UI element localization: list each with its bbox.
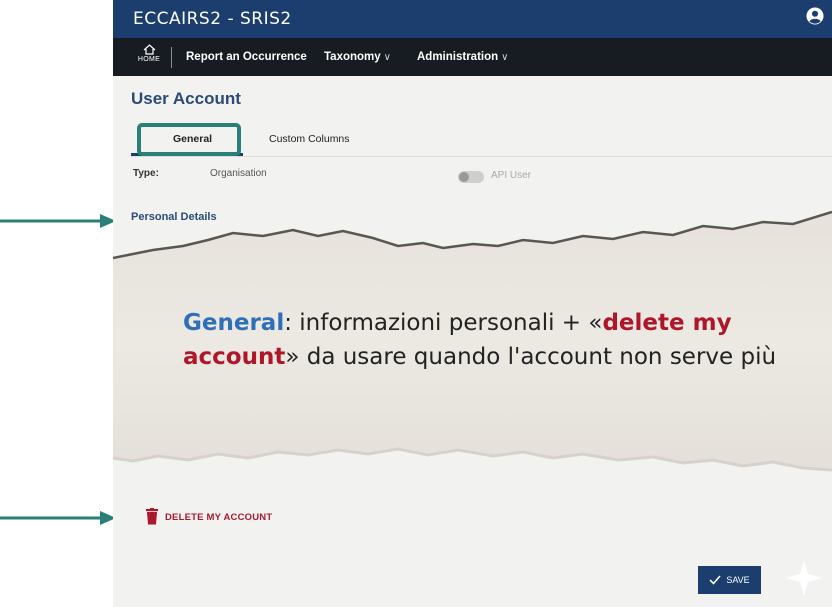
- save-label: SAVE: [726, 575, 750, 585]
- callout-text-part: » da usare quando l'account non serve pi…: [285, 344, 777, 370]
- arrow-right-icon: [0, 214, 116, 228]
- app-screen: ECCAIRS2 - SRIS2 HOME Report an Occurren…: [113, 0, 832, 607]
- sparkle-icon: [786, 560, 822, 596]
- trash-icon: [146, 508, 158, 525]
- tab-highlight-frame: [137, 123, 241, 156]
- save-button[interactable]: SAVE: [698, 566, 761, 594]
- callout-text: General: informazioni personali + «delet…: [183, 306, 803, 374]
- check-icon: [709, 575, 721, 585]
- callout-text-part: : informazioni personali + «: [284, 310, 603, 336]
- delete-account-label: DELETE MY ACCOUNT: [165, 512, 273, 523]
- arrow-right-icon: [0, 511, 116, 525]
- callout-general: General: [183, 310, 285, 336]
- delete-account-button[interactable]: DELETE MY ACCOUNT: [145, 508, 272, 530]
